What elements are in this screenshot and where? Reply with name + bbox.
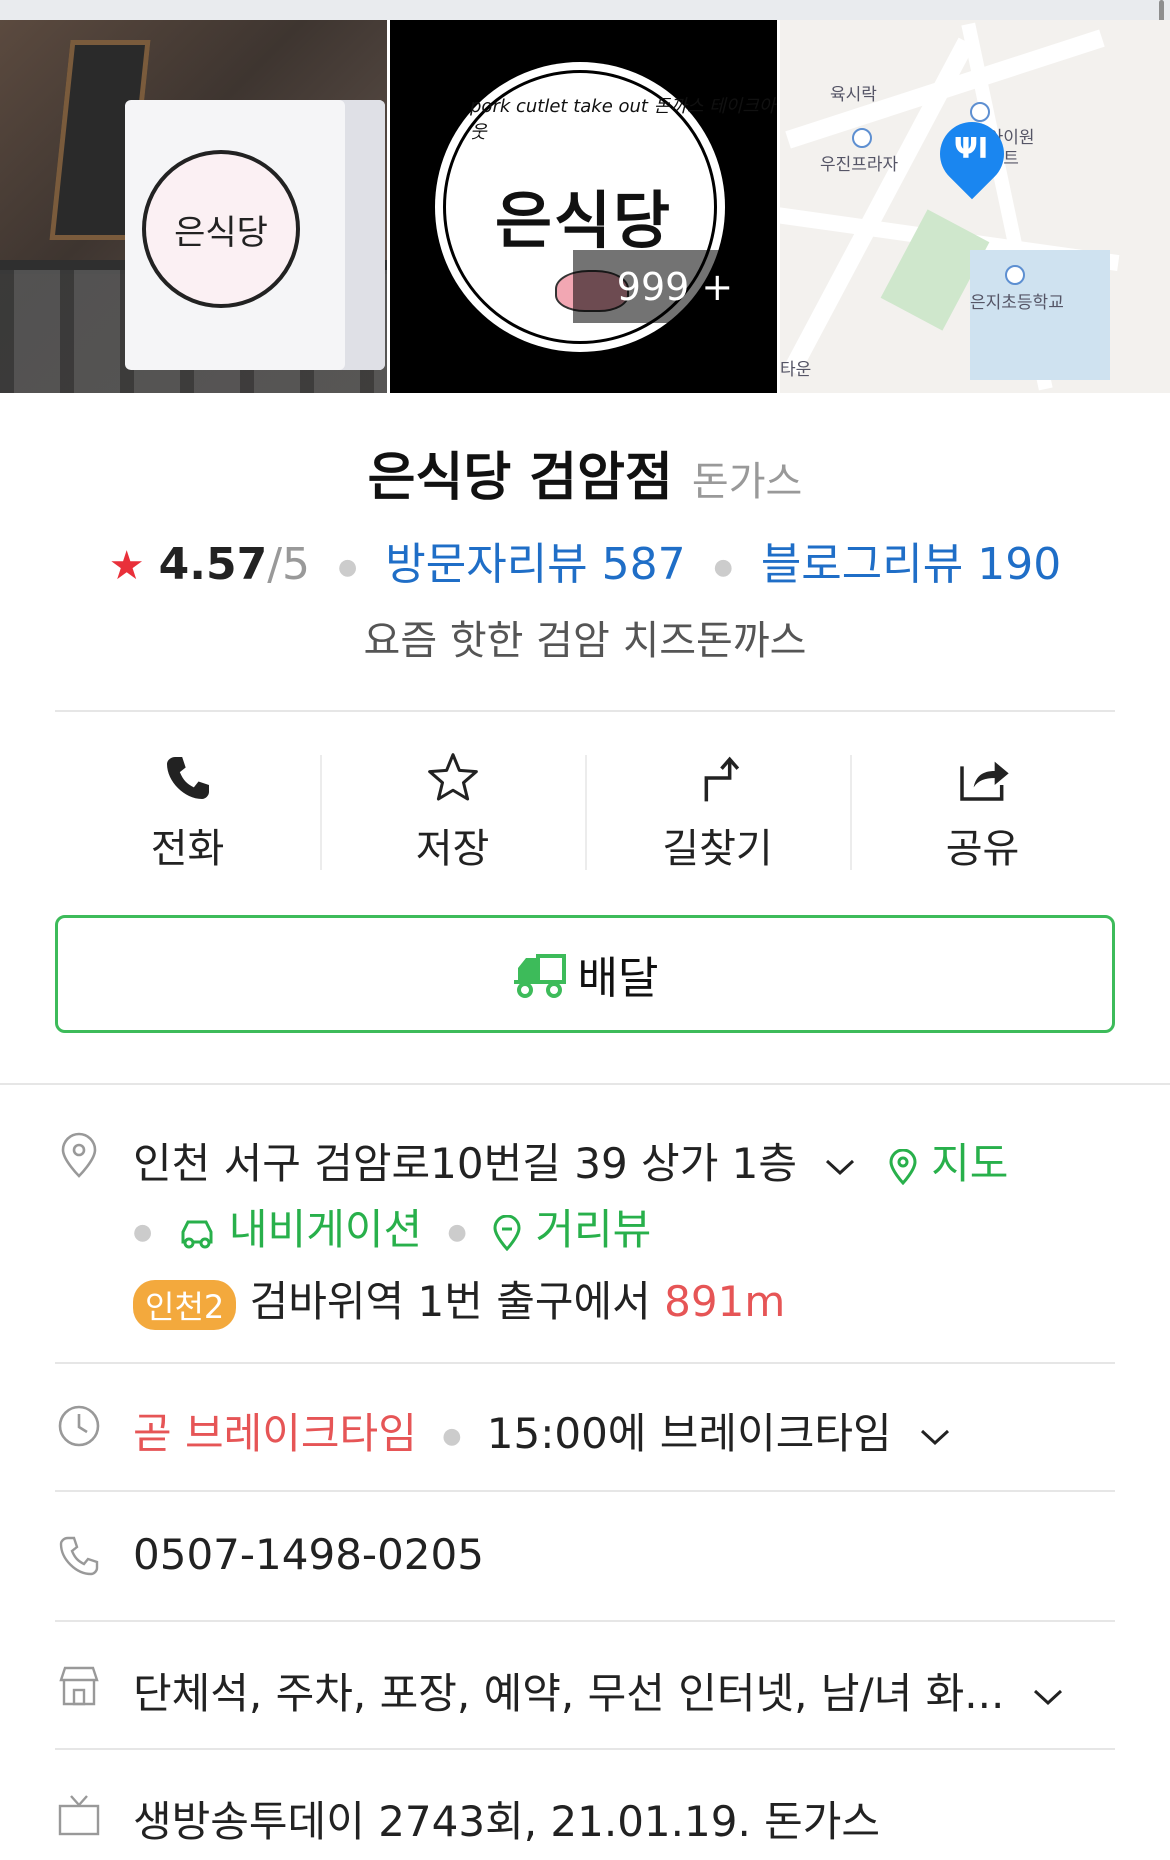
divider [55,1362,1115,1364]
map-area [970,250,1110,380]
map-road [783,37,975,376]
phone-section[interactable]: 0507-1498-0205 [55,1530,1115,1590]
address-line: 인천 서구 검암로10번길 39 상가 1층 지도 [133,1130,1008,1191]
hours-detail: 15:00에 브레이크타임 [486,1409,892,1458]
directions-label: 길찾기 [662,826,773,872]
navigation-link[interactable]: 내비게이션 [178,1205,436,1254]
map-poi-icon [852,128,872,148]
map-pin-small-icon [889,1148,917,1185]
chevron-down-icon[interactable] [1032,1687,1064,1707]
fork-knife-icon: ΨΙ [954,132,989,165]
directions-button[interactable]: 길찾기 [585,740,850,880]
phone-number[interactable]: 0507-1498-0205 [133,1530,484,1579]
delivery-truck-icon [513,954,566,998]
action-bar: 전화 저장 길찾기 공유 [55,740,1115,880]
location-pin-icon [61,1132,97,1178]
map-label: 타운 [780,360,812,380]
streetview-icon [493,1214,521,1251]
address-links: ● 내비게이션 ● 거리뷰 [133,1196,651,1257]
delivery-button[interactable]: 배달 [55,915,1115,1033]
map-label: 육시락 [830,85,877,105]
phone-icon [166,757,209,799]
streetview-label: 거리뷰 [535,1205,652,1254]
map-poi-icon [1005,265,1025,285]
place-header: 은식당 검암점 돈가스 [0,435,1170,510]
hours-line: 곧 브레이크타임 ● 15:00에 브레이크타임 [133,1400,951,1461]
map-link-label: 지도 [931,1139,1009,1188]
call-label: 전화 [150,826,225,872]
divider [55,710,1115,712]
place-name: 은식당 검암점 [367,448,673,508]
save-button[interactable]: 저장 [320,740,585,880]
separator-dot: ● [447,1220,467,1245]
hours-status: 곧 브레이크타임 [133,1409,417,1458]
top-bar [0,0,1170,20]
logo-photo[interactable]: pork cutlet take out 돈까스 테이크아웃 은식당 999 + [390,20,777,393]
tv-text: 생방송투데이 2743회, 21.01.19. 돈가스 [133,1797,881,1846]
tv-section[interactable]: 생방송투데이 2743회, 21.01.19. 돈가스 [55,1788,1115,1848]
map-poi-icon [970,102,990,122]
address-text: 인천 서구 검암로10번길 39 상가 1층 [133,1139,798,1188]
star-icon: ★ [108,543,145,589]
star-outline-icon [427,753,478,801]
storefront-photo[interactable]: 은식당 [0,20,387,393]
place-category: 돈가스 [691,459,803,505]
separator-dot: ● [133,1220,153,1245]
subway-line-badge: 인천2 [133,1279,237,1330]
separator-dot: ● [338,554,358,580]
divider [55,1748,1115,1750]
save-label: 저장 [415,826,490,872]
chevron-down-icon[interactable] [824,1157,856,1177]
subway-distance: 891m [664,1277,786,1326]
logo-arc-text: pork cutlet take out 돈까스 테이크아웃 [470,96,776,143]
map-label: 은지초등학교 [970,293,1064,313]
map-thumbnail[interactable]: 육시락 우진프라자 림아이원 아파트 은지초등학교 타운 ΨΙ [780,20,1170,393]
amenities-line: 단체석, 주차, 포장, 예약, 무선 인터넷, 남/녀 화... [133,1660,1064,1721]
address-section: 인천 서구 검암로10번길 39 상가 1층 지도 ● 내비게이션 ● 거리뷰 … [55,1130,1115,1330]
delivery-label: 배달 [577,953,659,1004]
photo-strip: 은식당 pork cutlet take out 돈까스 테이크아웃 은식당 9… [0,20,1170,393]
streetview-link[interactable]: 거리뷰 [492,1205,651,1254]
rating-max: /5 [267,539,311,590]
photo-count-badge: 999 + [573,250,777,323]
divider [55,1490,1115,1492]
section-divider [0,1083,1170,1085]
blog-reviews-link[interactable]: 블로그리뷰 190 [761,539,1061,590]
chevron-down-icon[interactable] [919,1427,951,1447]
amenities-section[interactable]: 단체석, 주차, 포장, 예약, 무선 인터넷, 남/녀 화... [55,1660,1115,1720]
subway-info: 인천2 검바위역 1번 출구에서 891m [133,1268,785,1330]
clock-icon [58,1405,100,1447]
map-label: 우진프라자 [820,155,899,175]
hours-section[interactable]: 곧 브레이크타임 ● 15:00에 브레이크타임 [55,1400,1115,1460]
share-label: 공유 [945,826,1020,872]
visitor-reviews-link[interactable]: 방문자리뷰 587 [385,539,685,590]
separator-dot: ● [442,1424,462,1449]
directions-icon [704,756,739,802]
logo-text: 은식당 [494,184,673,257]
storefront-logo: 은식당 [142,150,300,308]
tv-icon [58,1795,100,1836]
navigation-label: 내비게이션 [228,1205,423,1254]
map-link[interactable]: 지도 [888,1139,1009,1188]
subway-text: 검바위역 1번 출구에서 [249,1277,651,1326]
rating-value: 4.57 [158,539,268,590]
rating-row: ★ 4.57/5 ● 방문자리뷰 587 ● 블로그리뷰 190 [0,528,1170,592]
call-button[interactable]: 전화 [55,740,320,880]
separator-dot: ● [713,554,733,580]
amenities-text: 단체석, 주차, 포장, 예약, 무선 인터넷, 남/녀 화... [133,1669,1005,1718]
share-icon [959,761,1009,801]
car-icon [181,1220,213,1248]
place-description: 요즘 핫한 검암 치즈돈까스 [363,618,807,664]
phone-outline-icon [59,1536,99,1576]
share-button[interactable]: 공유 [850,740,1115,880]
divider [55,1620,1115,1622]
store-icon [59,1666,99,1706]
